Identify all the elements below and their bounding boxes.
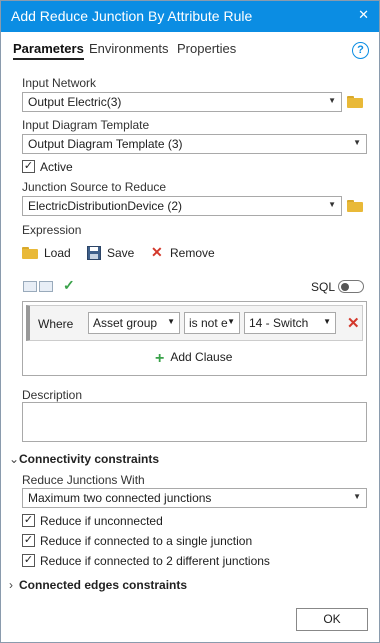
reduce-with-dropdown[interactable]: Maximum two connected junctions ▼ xyxy=(22,488,367,508)
reduce-unconnected-label: Reduce if unconnected xyxy=(40,514,163,528)
chevron-right-icon: › xyxy=(9,578,13,592)
verify-check-icon[interactable]: ✓ xyxy=(63,277,75,294)
tab-parameters[interactable]: Parameters xyxy=(13,41,84,60)
plus-icon: + xyxy=(155,350,165,367)
chevron-down-icon: ▼ xyxy=(227,317,235,326)
expand-left-icon[interactable] xyxy=(23,281,37,292)
reduce-with-label: Reduce Junctions With xyxy=(22,473,145,487)
expression-builder: Where Asset group ▼ is not e ▼ 14 - Swit… xyxy=(22,301,367,376)
save-icon xyxy=(87,246,101,260)
active-checkbox[interactable]: ✓ xyxy=(22,160,35,173)
reduce-single-junction-checkbox[interactable]: ✓ xyxy=(22,534,35,547)
remove-x-icon: ✕ xyxy=(151,244,163,260)
dialog-window: Add Reduce Junction By Attribute Rule ✕ … xyxy=(0,0,380,643)
help-icon[interactable]: ? xyxy=(352,42,369,59)
sql-label: SQL xyxy=(311,280,336,294)
operator-dropdown[interactable]: is not e ▼ xyxy=(184,312,240,334)
clause-row: Where Asset group ▼ is not e ▼ 14 - Swit… xyxy=(26,305,363,341)
chevron-down-icon: ▼ xyxy=(323,317,331,326)
folder-browse-icon[interactable] xyxy=(347,200,363,212)
reduce-two-junctions-checkbox[interactable]: ✓ xyxy=(22,554,35,567)
folder-open-icon xyxy=(22,247,38,259)
chevron-down-icon: ▼ xyxy=(353,492,361,501)
toggle-knob xyxy=(341,283,349,291)
chevron-down-icon: ⌄ xyxy=(9,452,20,466)
chevron-down-icon: ▼ xyxy=(328,200,336,209)
expression-label: Expression xyxy=(22,223,82,237)
close-icon[interactable]: ✕ xyxy=(358,7,369,23)
diagram-template-value: Output Diagram Template (3) xyxy=(28,137,183,151)
where-label: Where xyxy=(38,317,74,331)
reduce-unconnected-checkbox[interactable]: ✓ xyxy=(22,514,35,527)
ok-button[interactable]: OK xyxy=(296,608,368,631)
folder-browse-icon[interactable] xyxy=(347,96,363,108)
active-label: Active xyxy=(40,160,73,174)
diagram-template-label: Input Diagram Template xyxy=(22,118,150,132)
add-clause-button[interactable]: + Add Clause xyxy=(155,350,232,368)
input-network-label: Input Network xyxy=(22,76,97,90)
connectivity-section-header[interactable]: ⌄Connectivity constraints xyxy=(9,452,159,466)
chevron-down-icon: ▼ xyxy=(353,138,361,147)
description-label: Description xyxy=(22,388,83,402)
reduce-single-junction-label: Reduce if connected to a single junction xyxy=(40,534,253,548)
diagram-template-dropdown[interactable]: Output Diagram Template (3) ▼ xyxy=(22,134,367,154)
window-title: Add Reduce Junction By Attribute Rule xyxy=(11,8,253,24)
field-dropdown[interactable]: Asset group ▼ xyxy=(88,312,180,334)
delete-clause-icon[interactable]: ✕ xyxy=(347,314,360,332)
expand-right-icon[interactable] xyxy=(39,281,53,292)
description-textarea[interactable] xyxy=(22,402,367,442)
input-network-dropdown[interactable]: Output Electric(3) ▼ xyxy=(22,92,342,112)
junction-source-label: Junction Source to Reduce xyxy=(22,180,167,194)
value-dropdown[interactable]: 14 - Switch ▼ xyxy=(244,312,336,334)
junction-source-value: ElectricDistributionDevice (2) xyxy=(28,199,183,213)
sql-toggle[interactable] xyxy=(338,280,364,293)
reduce-two-junctions-label: Reduce if connected to 2 different junct… xyxy=(40,554,270,568)
title-bar: Add Reduce Junction By Attribute Rule ✕ xyxy=(1,1,379,32)
tab-environments[interactable]: Environments xyxy=(89,41,168,56)
input-network-value: Output Electric(3) xyxy=(28,95,122,109)
tab-properties[interactable]: Properties xyxy=(177,41,236,56)
junction-source-dropdown[interactable]: ElectricDistributionDevice (2) ▼ xyxy=(22,196,342,216)
chevron-down-icon: ▼ xyxy=(328,96,336,105)
edges-section-header[interactable]: › Connected edges constraints xyxy=(9,578,187,592)
chevron-down-icon: ▼ xyxy=(167,317,175,326)
